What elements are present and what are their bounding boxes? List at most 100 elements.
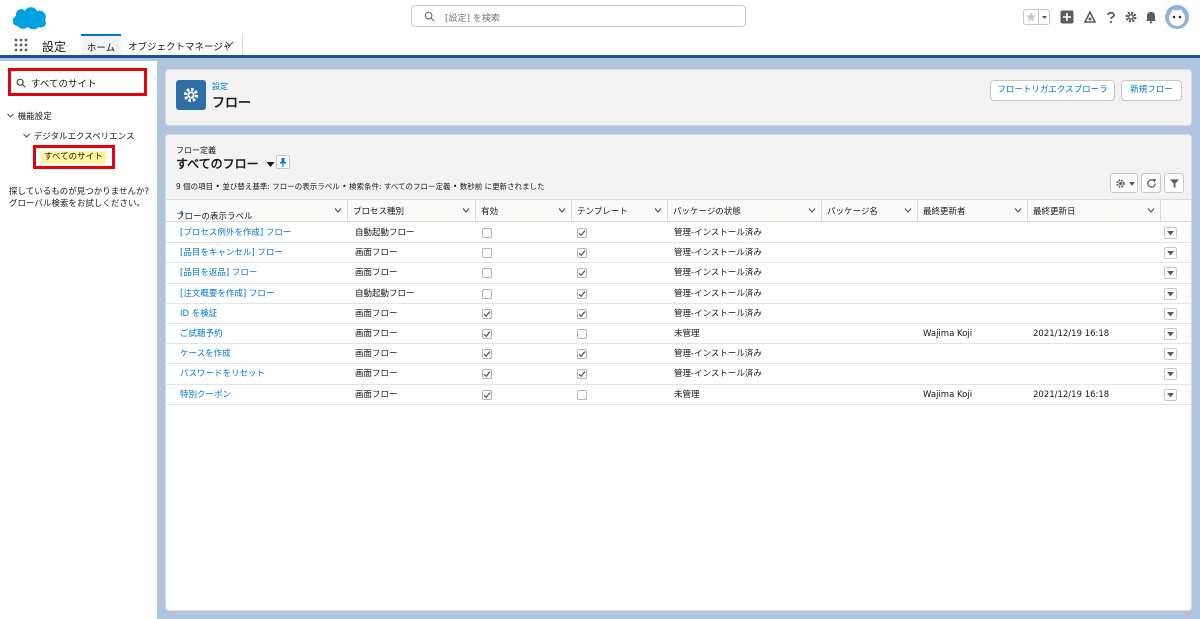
pin-list-view-button[interactable] xyxy=(276,155,290,169)
active-checkbox-unchecked xyxy=(482,228,492,238)
page-header: 設定 フロー フロートリガエクスプローラ 新規フロー xyxy=(165,69,1192,126)
package-status-cell: 管理-インストール済み xyxy=(674,288,762,299)
flow-label-link[interactable]: 特別クーポン xyxy=(180,385,231,405)
row-actions-button[interactable] xyxy=(1164,307,1177,320)
column-header[interactable]: 有効 xyxy=(476,200,572,222)
quick-find-input[interactable]: すべてのサイト xyxy=(8,68,147,96)
row-actions-button[interactable] xyxy=(1164,388,1177,401)
star-icon[interactable] xyxy=(1025,11,1037,23)
row-actions-button[interactable] xyxy=(1164,247,1177,260)
last-modified-date-cell: 2021/12/19 16:18 xyxy=(1033,329,1110,339)
tree-item-all-sites[interactable]: すべてのサイト xyxy=(33,145,115,169)
row-actions-button[interactable] xyxy=(1164,328,1177,340)
flow-label-link[interactable]: [品目を返品] フロー xyxy=(180,263,257,283)
template-checkbox-checked xyxy=(577,248,587,259)
caret-down-icon xyxy=(1167,352,1174,357)
active-checkbox-unchecked xyxy=(482,248,492,259)
flow-label-link[interactable]: [プロセス例外を作成] フロー xyxy=(180,223,291,243)
flow-label-link[interactable]: [品目をキャンセル] フロー xyxy=(180,243,283,263)
active-checkbox-checked xyxy=(482,349,492,360)
user-avatar[interactable] xyxy=(1165,5,1189,29)
template-checkbox-checked xyxy=(577,228,587,238)
tab-home-label: ホーム xyxy=(86,43,116,54)
salesforce-logo-icon[interactable] xyxy=(10,4,48,30)
row-actions-button[interactable] xyxy=(1164,287,1177,300)
table-row: ケースを作成 画面フロー 管理-インストール済み xyxy=(166,344,1191,365)
column-label: パッケージ名 xyxy=(827,207,878,217)
flow-label-link[interactable]: ご試聴予約 xyxy=(180,324,223,344)
flow-label-link[interactable]: ID を検証 xyxy=(180,304,217,324)
setup-gear-icon[interactable] xyxy=(1124,10,1138,24)
chevron-down-icon[interactable] xyxy=(6,113,15,119)
list-view-meta: 9 個の項目 • 並び替え基準: フローの表示ラベル • 検索条件: すべてのフ… xyxy=(176,182,545,191)
chevron-down-icon[interactable] xyxy=(1147,208,1155,213)
column-label: フローの表示ラベル xyxy=(176,212,253,222)
new-flow-button[interactable]: 新規フロー xyxy=(1121,80,1182,101)
list-view-controls-button[interactable] xyxy=(1110,173,1138,193)
tree-item-label: 機能設定 xyxy=(17,112,52,122)
chevron-down-icon[interactable] xyxy=(654,208,662,213)
tree-item-feature-settings[interactable]: 機能設定 xyxy=(6,110,52,122)
chevron-down-icon[interactable] xyxy=(558,208,566,213)
chevron-down-icon[interactable] xyxy=(904,208,912,213)
flow-trigger-explorer-button[interactable]: フロートリガエクスプローラ xyxy=(990,80,1115,101)
user-avatar-icon xyxy=(1169,9,1185,26)
tab-home[interactable]: ホーム xyxy=(81,34,121,55)
chevron-down-icon[interactable] xyxy=(808,208,816,213)
global-actions-icon[interactable] xyxy=(1060,10,1074,24)
active-checkbox-checked xyxy=(482,308,492,319)
chevron-down-icon[interactable] xyxy=(462,208,470,213)
row-actions-button[interactable] xyxy=(1164,267,1177,280)
flow-label-link[interactable]: パスワードをリセット xyxy=(180,364,265,384)
tab-object-manager[interactable]: オブジェクトマネージャ xyxy=(121,34,243,55)
caret-down-icon xyxy=(1167,332,1174,337)
list-view-card: フロー定義 すべてのフロー 9 個の項目 • 並び替え基準: フローの表示ラベル… xyxy=(165,134,1192,611)
app-launcher-icon[interactable] xyxy=(14,38,28,52)
help-icon[interactable] xyxy=(1104,10,1118,24)
trailhead-guidance-icon[interactable] xyxy=(1083,10,1097,24)
notifications-bell-icon[interactable] xyxy=(1144,10,1158,24)
tree-item-digital-experiences[interactable]: デジタルエクスペリエンス xyxy=(22,130,135,142)
column-header[interactable]: パッケージの状態 xyxy=(668,200,822,222)
list-view-selector[interactable]: すべてのフロー xyxy=(176,155,275,172)
flow-label-link[interactable]: [注文概要を作成] フロー xyxy=(180,284,274,304)
refresh-button[interactable] xyxy=(1141,173,1161,193)
package-status-cell: 管理-インストール済み xyxy=(674,228,762,238)
page-header-icon xyxy=(176,80,206,110)
global-search-input[interactable]: [設定] を検索 xyxy=(411,5,746,27)
caret-down-icon xyxy=(1129,182,1135,186)
chevron-down-icon[interactable] xyxy=(1040,11,1049,23)
table-row: 特別クーポン 画面フロー 未管理 Wajima Koji 2021/12/19 16:1… xyxy=(166,385,1191,405)
caret-down-icon xyxy=(1167,311,1174,317)
sort-ascending-icon: ↑ xyxy=(178,210,186,220)
process-type-cell: 画面フロー xyxy=(355,308,398,319)
column-header[interactable]: 最終更新日 xyxy=(1028,200,1161,222)
row-actions-button[interactable] xyxy=(1164,368,1177,381)
template-checkbox-checked xyxy=(577,308,587,319)
chevron-down-icon[interactable] xyxy=(334,208,342,213)
chevron-down-icon[interactable] xyxy=(22,133,31,139)
row-actions-button[interactable] xyxy=(1164,348,1177,361)
table-row: [プロセス例外を作成] フロー 自動起動フロー 管理-インストール済み xyxy=(166,223,1191,244)
chevron-down-icon[interactable] xyxy=(1014,208,1022,213)
table-row: ご試聴予約 画面フロー 未管理 Wajima Koji 2021/12/19 16:18 xyxy=(166,324,1191,345)
last-modified-by-cell: Wajima Koji xyxy=(923,389,973,400)
column-header[interactable]: フローの表示ラベル ↑ xyxy=(166,200,348,222)
filter-button[interactable] xyxy=(1164,173,1184,193)
pin-icon xyxy=(280,158,286,167)
column-header[interactable]: パッケージ名 xyxy=(822,200,918,222)
not-found-hint: 探しているものが見つかりませんか? グローバル検索をお試しください。 xyxy=(9,186,154,210)
column-header[interactable]: 最終更新者 xyxy=(918,200,1028,222)
chevron-down-icon[interactable] xyxy=(225,41,234,47)
row-actions-button[interactable] xyxy=(1164,227,1177,239)
column-header[interactable]: プロセス種別 xyxy=(348,200,476,222)
not-found-line: 探しているものが見つかりませんか? xyxy=(9,187,150,197)
package-status-cell: 未管理 xyxy=(674,329,700,339)
caret-down-icon[interactable] xyxy=(266,161,275,168)
caret-down-icon xyxy=(1167,291,1174,297)
setup-sidebar: すべてのサイト 機能設定 デジタルエクスペリエンス すべてのサイト 探しているも… xyxy=(0,61,157,619)
breadcrumb[interactable]: 設定 xyxy=(212,81,228,92)
flow-label-link[interactable]: ケースを作成 xyxy=(180,344,231,364)
column-header[interactable]: テンプレート xyxy=(572,200,668,222)
search-icon xyxy=(424,11,435,22)
